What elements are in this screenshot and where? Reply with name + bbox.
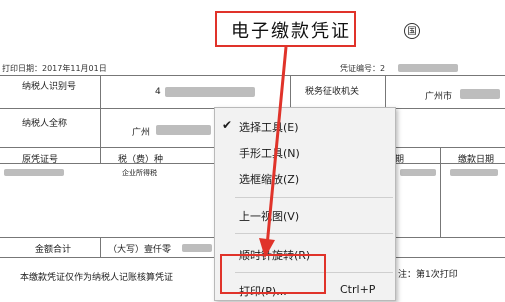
tax-payment-document: 电子缴款凭证 国 打印日期：2017年11月01日 凭证编号：2 纳税人识别号 … (0, 0, 505, 301)
red-arrow-icon (259, 46, 288, 258)
